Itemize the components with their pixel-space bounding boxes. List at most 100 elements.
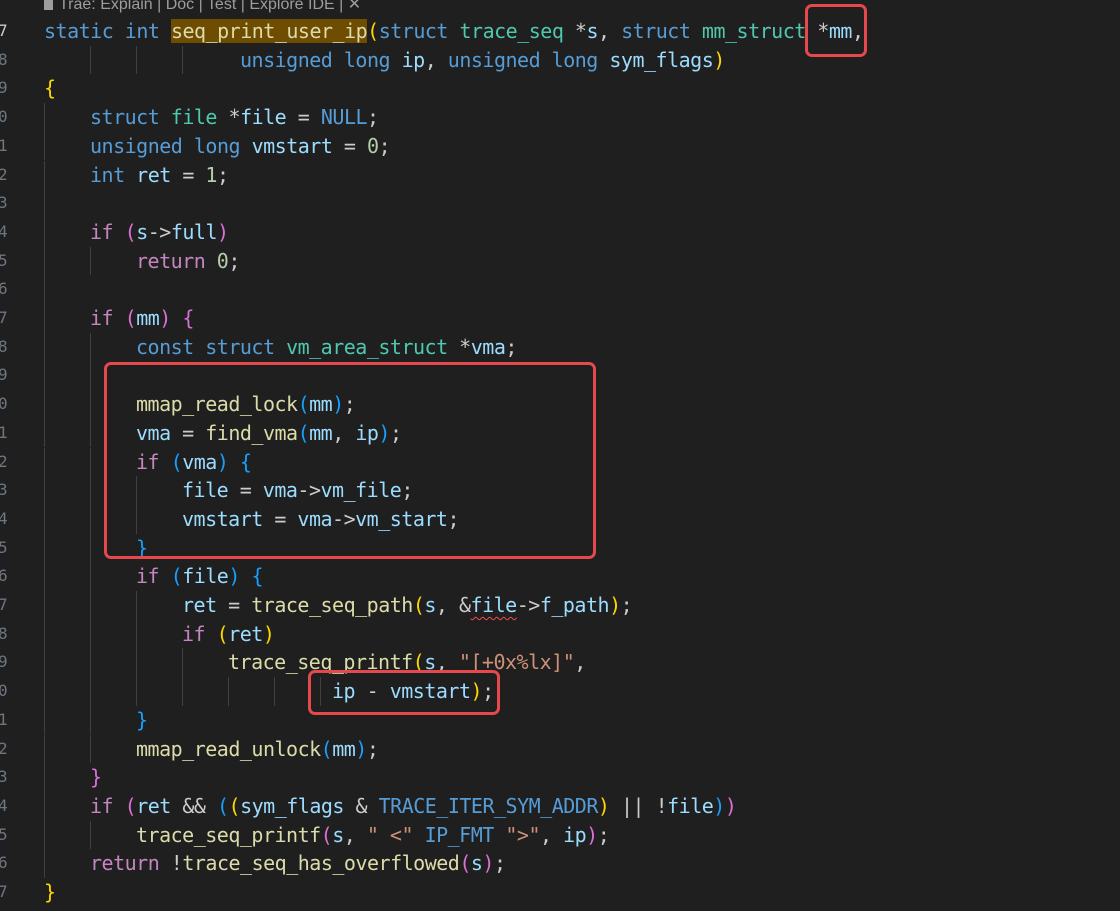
indent-guide — [44, 763, 45, 792]
code-line[interactable]: 7 } — [0, 878, 1120, 907]
code-line[interactable]: 0 struct file *file = NULL; — [0, 103, 1120, 132]
code-line[interactable]: 7 ret = trace_seq_path(s, &file->f_path)… — [0, 591, 1120, 620]
line-number: 0 — [0, 394, 8, 414]
code-line[interactable]: 0 ip - vmstart); — [0, 677, 1120, 706]
token: ) — [159, 306, 171, 330]
line-number: 3 — [0, 193, 8, 213]
code-line[interactable]: 9 { — [0, 74, 1120, 103]
indent-guide — [44, 304, 45, 333]
indent-guide — [90, 533, 91, 563]
code-line[interactable]: 7 static int seq_print_user_ip(struct tr… — [0, 17, 1120, 46]
token: ) — [262, 621, 275, 646]
code-line[interactable]: 5 return 0; — [0, 246, 1120, 276]
line-number: 3 — [0, 480, 8, 500]
code-line[interactable]: 2 mmap_read_unlock(mm); — [0, 734, 1120, 764]
line-number: 4 — [0, 508, 8, 528]
codelens-text[interactable]: Trae: Explain | Doc | Test | Explore IDE… — [59, 0, 361, 13]
indent-guide — [44, 246, 45, 276]
token: * — [216, 105, 241, 130]
code-line[interactable]: 7 if (mm) { — [0, 304, 1120, 333]
token: file — [240, 105, 287, 130]
codelens-actions[interactable]: Trae: Explain | Doc | Test | Explore IDE… — [44, 0, 361, 16]
indent-guide — [228, 677, 229, 706]
token: long — [193, 133, 241, 158]
indent-guide — [44, 791, 45, 821]
token: if — [136, 564, 160, 589]
indent-guide — [44, 591, 45, 620]
token: trace_seq_has_overflowed — [182, 851, 460, 876]
token: ) — [228, 564, 240, 589]
code-line[interactable]: 8 unsigned long ip, unsigned long sym_fl… — [0, 45, 1120, 75]
token: ( — [124, 793, 137, 818]
indent-guide — [44, 189, 45, 218]
line-number: 6 — [0, 853, 8, 873]
line-number: 3 — [0, 767, 8, 787]
token: ( — [228, 793, 241, 818]
line-number: 9 — [0, 78, 8, 98]
code-line[interactable]: 2 int ret = 1; — [0, 160, 1120, 190]
token: file — [170, 105, 218, 130]
token: static — [44, 19, 114, 43]
token: , — [343, 822, 367, 847]
function-name-highlighted: seq_print_user_ip — [170, 19, 368, 43]
token: sym_flags — [240, 793, 344, 818]
token: 0 — [216, 248, 229, 273]
indent-guide — [44, 648, 45, 678]
code-line[interactable]: 9 trace_seq_printf(s, "[+0x%lx]", — [0, 648, 1120, 678]
indent-guide — [90, 246, 91, 276]
token: ( — [170, 564, 183, 589]
token: * — [447, 334, 471, 359]
token: } — [90, 765, 102, 790]
token: , — [539, 822, 564, 847]
code-line[interactable]: 4 if (s->full) — [0, 217, 1120, 247]
line-number: 8 — [0, 336, 8, 356]
token: full — [170, 219, 218, 244]
token: if — [182, 621, 206, 646]
code-line[interactable]: 1 unsigned long vmstart = 0; — [0, 131, 1120, 161]
indent-guide — [136, 648, 137, 678]
line-number: 2 — [0, 738, 8, 758]
token: long — [551, 47, 599, 72]
token: ) — [586, 822, 598, 847]
code-line[interactable]: 6 — [0, 275, 1120, 304]
line-number: 2 — [0, 451, 8, 471]
token: unsigned — [90, 133, 183, 158]
token: , — [598, 19, 622, 43]
line-number: 6 — [0, 566, 8, 586]
indent-guide — [44, 619, 45, 649]
token: ; — [216, 162, 229, 187]
token: s — [332, 822, 344, 847]
code-line[interactable]: 6 if (file) { — [0, 562, 1120, 591]
code-line[interactable]: 5 trace_seq_printf(s, " <" IP_FMT ">", i… — [0, 820, 1120, 850]
indent-guide — [44, 332, 45, 362]
token-error: file — [470, 593, 518, 617]
code-line[interactable]: 4 if (ret && ((sym_flags & TRACE_ITER_SY… — [0, 791, 1120, 821]
token: ">" — [505, 822, 540, 847]
code-line[interactable]: 3 } — [0, 763, 1120, 792]
code-line[interactable]: 8 const struct vm_area_struct *vma; — [0, 332, 1120, 362]
token: ; — [493, 851, 506, 876]
indent-guide — [44, 562, 45, 591]
indent-guide — [44, 820, 45, 850]
line-number: 5 — [0, 824, 8, 844]
token: = — [170, 162, 206, 187]
indent-guide — [182, 45, 183, 75]
token: struct — [205, 334, 275, 359]
token: ; — [228, 248, 240, 273]
token: 0 — [367, 133, 379, 158]
code-line[interactable]: 1 } — [0, 705, 1120, 735]
token: ( — [124, 219, 137, 244]
token: * — [563, 19, 587, 43]
line-number: 1 — [0, 422, 8, 442]
code-editor[interactable]: Trae: Explain | Doc | Test | Explore IDE… — [0, 0, 1120, 911]
token: IP_FMT — [424, 822, 495, 847]
code-line[interactable]: 8 if (ret) — [0, 619, 1120, 649]
code-line[interactable]: 3 — [0, 189, 1120, 218]
code-line[interactable]: 6 return !trace_seq_has_overflowed(s); — [0, 849, 1120, 878]
token: ; — [620, 593, 633, 617]
token: ) — [713, 793, 725, 818]
indent-guide — [44, 160, 45, 190]
token: file — [182, 564, 229, 589]
token: { — [182, 306, 194, 330]
token: if — [90, 219, 114, 244]
